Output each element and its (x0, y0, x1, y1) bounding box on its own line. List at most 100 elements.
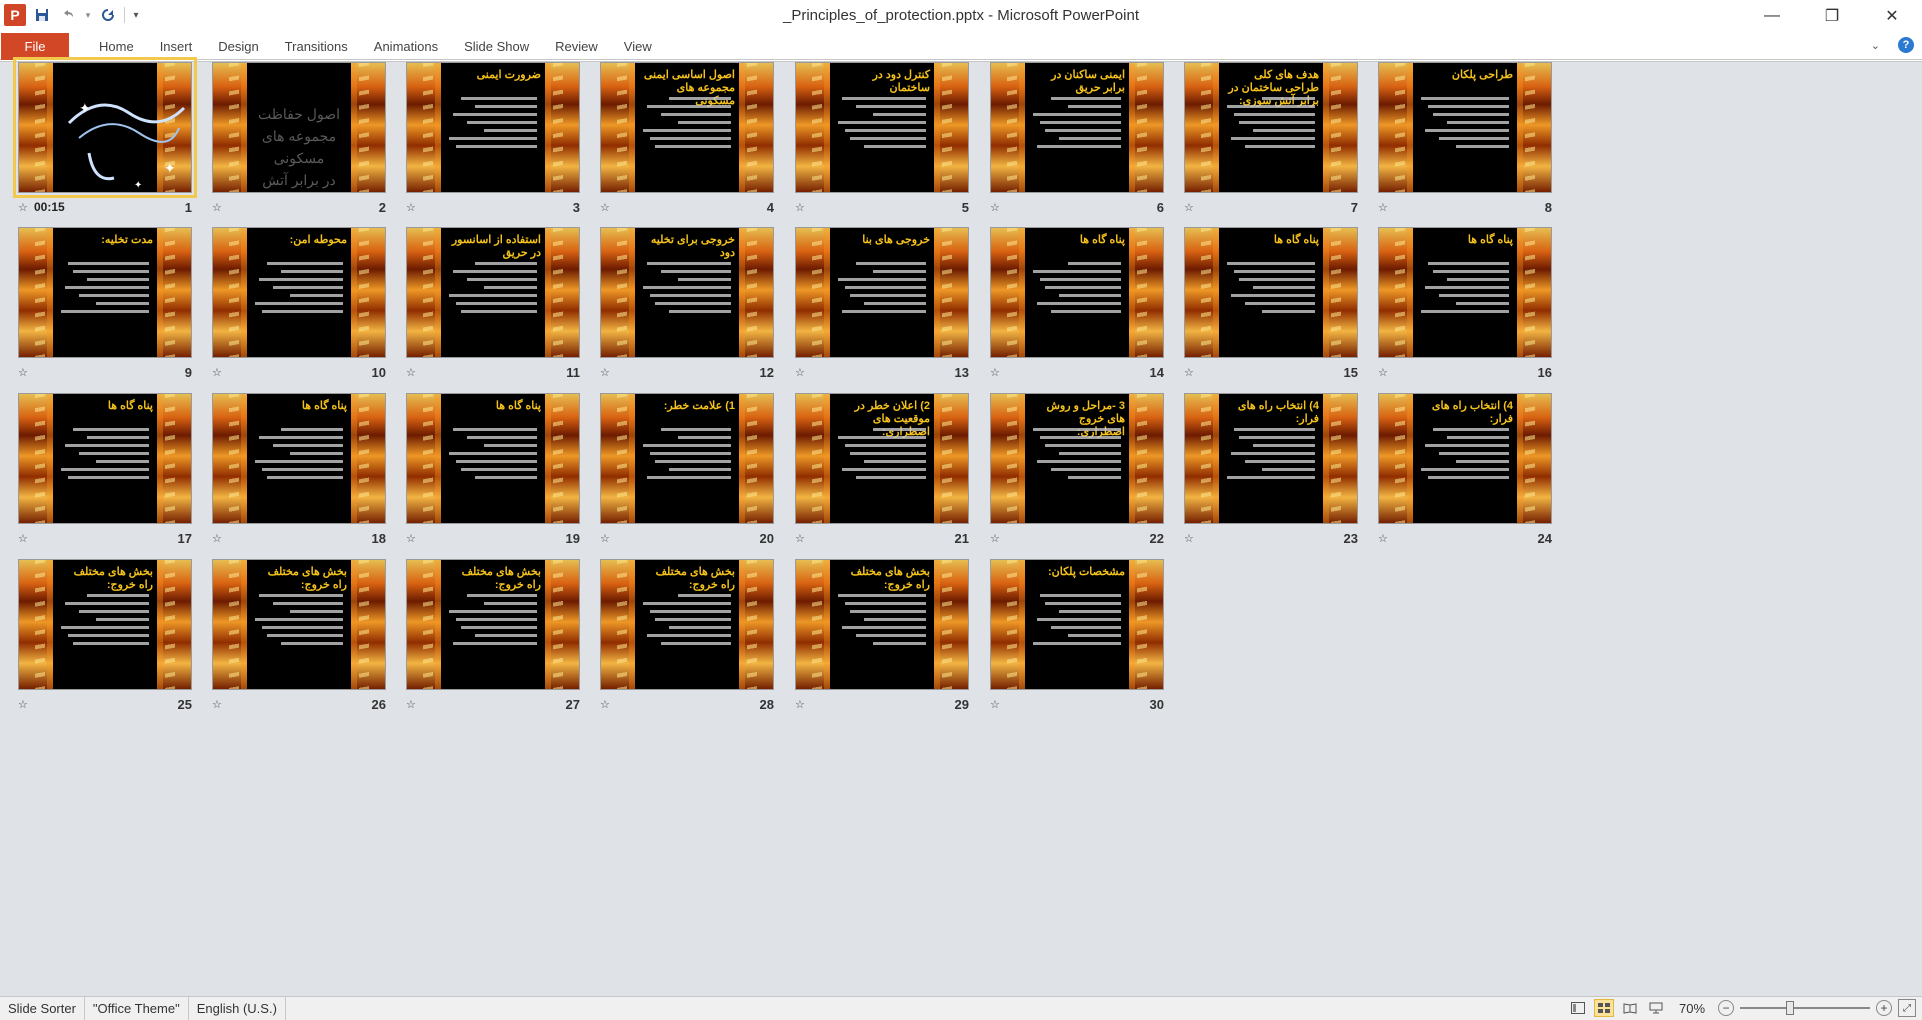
redo-icon[interactable] (98, 5, 118, 25)
powerpoint-logo-icon[interactable]: P (4, 4, 26, 26)
slide-preview[interactable]: ✦ ✦ ✦ (13, 57, 197, 198)
slide-thumbnail-2[interactable]: اصول حفاظت مجموعه های مسکونی در برابر آتش … (212, 62, 386, 252)
slide-preview[interactable]: بخش های مختلف راه خروج: (795, 559, 969, 690)
slide-thumbnail-14[interactable]: پناه گاه ها ☆ 14 (990, 227, 1164, 417)
transition-star-icon[interactable]: ☆ (18, 366, 32, 379)
transition-star-icon[interactable]: ☆ (600, 366, 614, 379)
slide-preview[interactable]: محوطه امن: (212, 227, 386, 358)
zoom-in-icon[interactable]: + (1876, 1000, 1892, 1016)
slide-thumbnail-20[interactable]: 1) علامت خطر: ☆ 20 (600, 393, 774, 583)
slide-thumbnail-21[interactable]: 2) اعلان خطر در موقعیت های اضطراری: ☆ 21 (795, 393, 969, 583)
help-icon[interactable]: ? (1898, 37, 1914, 53)
transition-star-icon[interactable]: ☆ (1184, 201, 1198, 214)
transition-star-icon[interactable]: ☆ (212, 366, 226, 379)
slide-thumbnail-30[interactable]: مشخصات پلکان: ☆ 30 (990, 559, 1164, 749)
zoom-slider-thumb[interactable] (1786, 1001, 1794, 1015)
slide-thumbnail-6[interactable]: ایمنی ساکنان در برابر حریق ☆ 6 (990, 62, 1164, 252)
slide-thumbnail-26[interactable]: بخش های مختلف راه خروج: ☆ 26 (212, 559, 386, 749)
restore-button[interactable]: ❐ (1802, 0, 1862, 32)
transition-star-icon[interactable]: ☆ (1378, 532, 1392, 545)
close-button[interactable]: ✕ (1862, 0, 1922, 32)
tab-design[interactable]: Design (205, 32, 271, 60)
transition-star-icon[interactable]: ☆ (18, 532, 32, 545)
transition-star-icon[interactable]: ☆ (795, 532, 809, 545)
transition-star-icon[interactable]: ☆ (212, 201, 226, 214)
transition-star-icon[interactable]: ☆ (406, 201, 420, 214)
tab-view[interactable]: View (611, 32, 665, 60)
fit-to-window-icon[interactable]: ⤢ (1898, 999, 1916, 1017)
slide-thumbnail-27[interactable]: بخش های مختلف راه خروج: ☆ 27 (406, 559, 580, 749)
slide-thumbnail-3[interactable]: ضرورت ایمنی ☆ 3 (406, 62, 580, 252)
slide-sorter-pane[interactable]: ✦ ✦ ✦ ☆ 00:15 1 اصول حفاظت مجموعه های مسکونی در … (0, 57, 1922, 996)
transition-star-icon[interactable]: ☆ (990, 532, 1004, 545)
slide-preview[interactable]: کنترل دود در ساختمان (795, 62, 969, 193)
slide-thumbnail-29[interactable]: بخش های مختلف راه خروج: ☆ 29 (795, 559, 969, 749)
slide-preview[interactable]: 2) اعلان خطر در موقعیت های اضطراری: (795, 393, 969, 524)
transition-star-icon[interactable]: ☆ (600, 532, 614, 545)
transition-star-icon[interactable]: ☆ (212, 532, 226, 545)
zoom-level[interactable]: 70% (1672, 1001, 1712, 1016)
tab-file[interactable]: File (1, 33, 69, 60)
minimize-button[interactable]: — (1742, 0, 1802, 32)
tab-insert[interactable]: Insert (147, 32, 206, 60)
zoom-slider[interactable] (1740, 1001, 1870, 1015)
slide-sorter-view-icon[interactable] (1594, 999, 1614, 1017)
slide-preview[interactable]: بخش های مختلف راه خروج: (212, 559, 386, 690)
reading-view-icon[interactable] (1620, 999, 1640, 1017)
transition-star-icon[interactable]: ☆ (212, 698, 226, 711)
slide-preview[interactable]: بخش های مختلف راه خروج: (18, 559, 192, 690)
slide-preview[interactable]: ضرورت ایمنی (406, 62, 580, 193)
slide-thumbnail-16[interactable]: پناه گاه ها ☆ 16 (1378, 227, 1552, 417)
slide-thumbnail-7[interactable]: هدف های کلی طراحی ساختمان در برابر آتش س… (1184, 62, 1358, 252)
slide-preview[interactable]: پناه گاه ها (406, 393, 580, 524)
slide-thumbnail-28[interactable]: بخش های مختلف راه خروج: ☆ 28 (600, 559, 774, 749)
slide-preview[interactable]: 1) علامت خطر: (600, 393, 774, 524)
tab-home[interactable]: Home (86, 32, 147, 60)
slide-preview[interactable]: پناه گاه ها (212, 393, 386, 524)
slide-preview[interactable]: مدت تخلیه: (18, 227, 192, 358)
slide-preview[interactable]: مشخصات پلکان: (990, 559, 1164, 690)
transition-star-icon[interactable]: ☆ (1378, 366, 1392, 379)
slide-preview[interactable]: 4) انتخاب راه های فرار: (1378, 393, 1552, 524)
slide-thumbnail-25[interactable]: بخش های مختلف راه خروج: ☆ 25 (18, 559, 192, 749)
slide-preview[interactable]: بخش های مختلف راه خروج: (600, 559, 774, 690)
slide-preview[interactable]: پناه گاه ها (1378, 227, 1552, 358)
slide-thumbnail-17[interactable]: پناه گاه ها ☆ 17 (18, 393, 192, 583)
slide-preview[interactable]: پناه گاه ها (18, 393, 192, 524)
transition-star-icon[interactable]: ☆ (406, 698, 420, 711)
transition-star-icon[interactable]: ☆ (18, 698, 32, 711)
tab-review[interactable]: Review (542, 32, 611, 60)
slide-thumbnail-12[interactable]: خروجی برای تخلیه دود ☆ 12 (600, 227, 774, 417)
transition-star-icon[interactable]: ☆ (1184, 532, 1198, 545)
slide-thumbnail-23[interactable]: 4) انتخاب راه های فرار: ☆ 23 (1184, 393, 1358, 583)
slide-thumbnail-18[interactable]: پناه گاه ها ☆ 18 (212, 393, 386, 583)
transition-star-icon[interactable]: ☆ (1184, 366, 1198, 379)
collapse-ribbon-icon[interactable]: ⌄ (1871, 39, 1880, 52)
undo-dropdown-icon[interactable]: ▾ (84, 5, 92, 25)
status-theme[interactable]: "Office Theme" (85, 996, 189, 1020)
slide-preview[interactable]: بخش های مختلف راه خروج: (406, 559, 580, 690)
slide-preview[interactable]: پناه گاه ها (1184, 227, 1358, 358)
tab-transitions[interactable]: Transitions (272, 32, 361, 60)
transition-star-icon[interactable]: ☆ (600, 201, 614, 214)
transition-star-icon[interactable]: ☆ (406, 532, 420, 545)
transition-star-icon[interactable]: ☆ (795, 201, 809, 214)
slide-thumbnail-24[interactable]: 4) انتخاب راه های فرار: ☆ 24 (1378, 393, 1552, 583)
transition-star-icon[interactable]: ☆ (990, 201, 1004, 214)
transition-star-icon[interactable]: ☆ (990, 366, 1004, 379)
slide-show-view-icon[interactable] (1646, 999, 1666, 1017)
transition-star-icon[interactable]: ☆ (1378, 201, 1392, 214)
transition-star-icon[interactable]: ☆ (795, 366, 809, 379)
customize-qat-icon[interactable]: ▾ (131, 5, 141, 25)
transition-star-icon[interactable]: ☆ (600, 698, 614, 711)
slide-thumbnail-4[interactable]: اصول اساسی ایمنی مجموعه های مسکونی ☆ 4 (600, 62, 774, 252)
tab-animations[interactable]: Animations (361, 32, 451, 60)
slide-preview[interactable]: 4) انتخاب راه های فرار: (1184, 393, 1358, 524)
slide-thumbnail-15[interactable]: پناه گاه ها ☆ 15 (1184, 227, 1358, 417)
tab-slide-show[interactable]: Slide Show (451, 32, 542, 60)
transition-star-icon[interactable]: ☆ (406, 366, 420, 379)
undo-icon[interactable] (58, 5, 78, 25)
slide-thumbnail-19[interactable]: پناه گاه ها ☆ 19 (406, 393, 580, 583)
slide-preview[interactable]: هدف های کلی طراحی ساختمان در برابر آتش س… (1184, 62, 1358, 193)
slide-preview[interactable]: طراحی پلکان (1378, 62, 1552, 193)
